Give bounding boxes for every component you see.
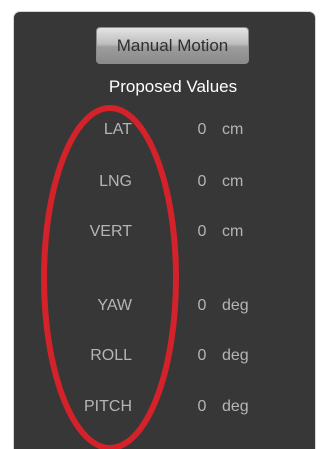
lng-value: 0 [197, 173, 207, 190]
vert-unit: cm [222, 223, 244, 240]
pitch-value: 0 [197, 398, 207, 415]
pitch-label: PITCH [84, 398, 132, 415]
lat-value: 0 [197, 121, 207, 138]
roll-unit: deg [222, 347, 249, 364]
lat-unit: cm [222, 121, 244, 138]
yaw-unit: deg [222, 297, 249, 314]
vert-label: VERT [89, 223, 132, 240]
section-title: Proposed Values [108, 77, 238, 96]
yaw-label: YAW [97, 297, 132, 314]
lng-label: LNG [99, 173, 132, 190]
roll-label: ROLL [90, 347, 132, 364]
yaw-value: 0 [197, 297, 207, 314]
roll-value: 0 [197, 347, 207, 364]
lng-unit: cm [222, 173, 244, 190]
vert-value: 0 [197, 223, 207, 240]
lat-label: LAT [103, 121, 132, 138]
pitch-unit: deg [222, 398, 249, 415]
manual-motion-button[interactable]: Manual Motion [96, 27, 249, 64]
